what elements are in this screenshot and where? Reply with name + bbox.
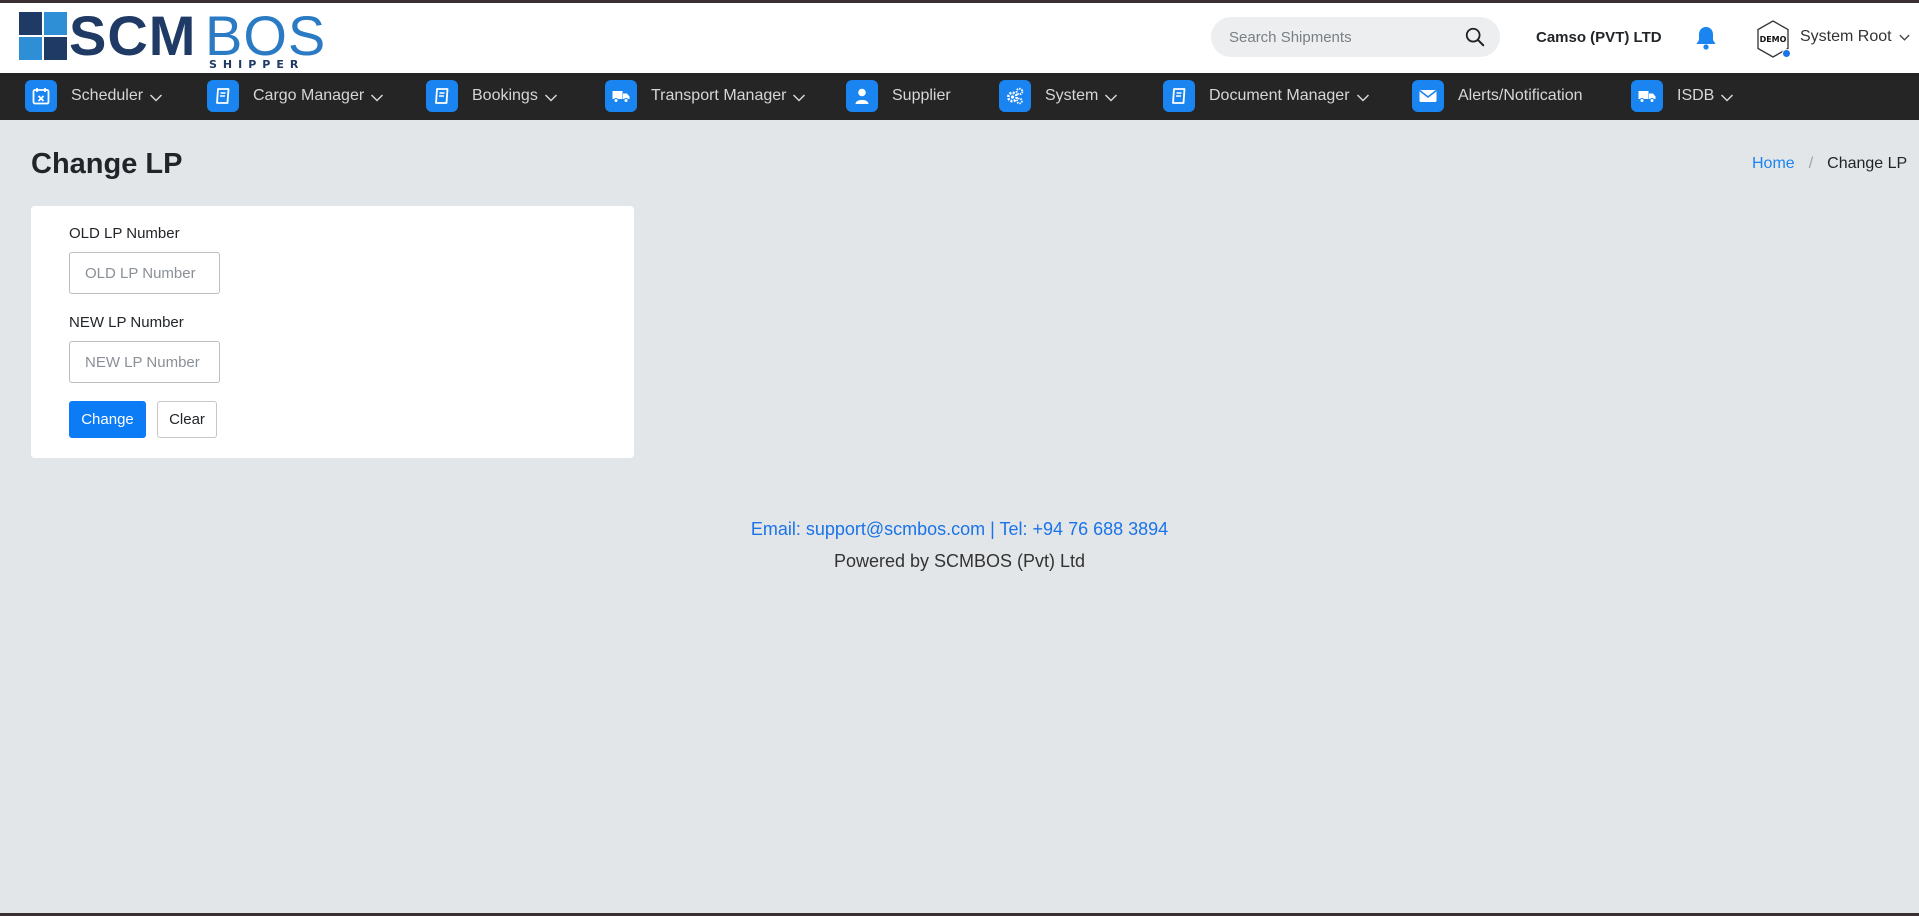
book-icon bbox=[207, 80, 239, 112]
nav-item-transport-manager[interactable]: Transport Manager bbox=[605, 79, 806, 113]
footer-contact-link[interactable]: Email: support@scmbos.com | Tel: +94 76 … bbox=[0, 519, 1919, 540]
chevron-down-icon bbox=[793, 93, 806, 102]
footer-powered-by: Powered by SCMBOS (Pvt) Ltd bbox=[833, 551, 1086, 571]
truck-icon bbox=[605, 80, 637, 112]
nav-item-alerts-notification[interactable]: Alerts/Notification bbox=[1412, 79, 1583, 113]
chevron-down-icon bbox=[1898, 34, 1910, 41]
chevron-down-icon bbox=[544, 93, 557, 102]
logo-mark-icon bbox=[19, 12, 67, 60]
nav-label: Alerts/Notification bbox=[1458, 87, 1583, 104]
breadcrumb-current: Change LP bbox=[1827, 155, 1908, 172]
chevron-down-icon bbox=[1721, 93, 1734, 102]
user-icon bbox=[846, 80, 878, 112]
chevron-down-icon bbox=[371, 93, 384, 102]
nav-item-supplier[interactable]: Supplier bbox=[846, 79, 951, 113]
nav-label: Bookings bbox=[472, 87, 538, 104]
search-input[interactable] bbox=[1229, 27, 1449, 47]
nav-item-scheduler[interactable]: Scheduler bbox=[25, 79, 163, 113]
nav-label: ISDB bbox=[1677, 87, 1715, 104]
logo-text-accent: BOS bbox=[205, 4, 327, 67]
nav-item-document-manager[interactable]: Document Manager bbox=[1163, 79, 1370, 113]
chevron-down-icon bbox=[150, 93, 163, 102]
user-name: System Root bbox=[1800, 28, 1892, 45]
search-icon[interactable] bbox=[1464, 26, 1486, 48]
change-lp-form-card: OLD LP Number NEW LP Number Change Clear bbox=[31, 206, 634, 458]
nav-label: Cargo Manager bbox=[253, 87, 365, 104]
nav-label: Supplier bbox=[892, 87, 951, 104]
avatar-text: DEMO bbox=[1760, 35, 1787, 44]
main-navbar: Scheduler Cargo Manager Bookings Transpo… bbox=[0, 73, 1919, 120]
truck-icon bbox=[1631, 80, 1663, 112]
book-icon bbox=[426, 80, 458, 112]
chevron-down-icon bbox=[1356, 93, 1369, 102]
online-status-icon bbox=[1782, 49, 1791, 58]
nav-item-bookings[interactable]: Bookings bbox=[426, 79, 558, 113]
logo-text-main: SCM bbox=[69, 4, 197, 67]
nav-item-isdb[interactable]: ISDB bbox=[1631, 79, 1734, 113]
old-lp-label: OLD LP Number bbox=[69, 225, 180, 242]
nav-label: System bbox=[1045, 87, 1099, 104]
breadcrumb: Home / Change LP bbox=[1752, 155, 1907, 173]
change-button[interactable]: Change bbox=[69, 401, 146, 438]
user-menu[interactable]: System Root bbox=[1800, 28, 1911, 46]
breadcrumb-home-link[interactable]: Home bbox=[1752, 155, 1795, 173]
nav-item-cargo-manager[interactable]: Cargo Manager bbox=[207, 79, 384, 113]
envelope-icon bbox=[1412, 80, 1444, 112]
gears-icon bbox=[999, 80, 1031, 112]
chevron-down-icon bbox=[1105, 93, 1118, 102]
new-lp-input[interactable] bbox=[69, 341, 220, 383]
nav-item-system[interactable]: System bbox=[999, 79, 1118, 113]
nav-label: Scheduler bbox=[71, 87, 144, 104]
bell-icon[interactable] bbox=[1694, 25, 1718, 51]
search-box bbox=[1211, 17, 1500, 57]
logo-subtitle: SHIPPER bbox=[209, 58, 305, 71]
calendar-icon bbox=[25, 80, 57, 112]
page-title: Change LP bbox=[31, 148, 183, 180]
new-lp-label: NEW LP Number bbox=[69, 314, 184, 331]
breadcrumb-separator: / bbox=[1808, 155, 1814, 172]
header: SCM BOS SHIPPER Camso (PVT) LTD DEMO Sys… bbox=[0, 3, 1919, 73]
company-name: Camso (PVT) LTD bbox=[1536, 29, 1662, 46]
logo[interactable]: SCM BOS SHIPPER bbox=[19, 4, 339, 71]
nav-label: Document Manager bbox=[1209, 87, 1350, 104]
nav-label: Transport Manager bbox=[651, 87, 787, 104]
book-icon bbox=[1163, 80, 1195, 112]
old-lp-input[interactable] bbox=[69, 252, 220, 294]
clear-button[interactable]: Clear bbox=[157, 401, 217, 438]
